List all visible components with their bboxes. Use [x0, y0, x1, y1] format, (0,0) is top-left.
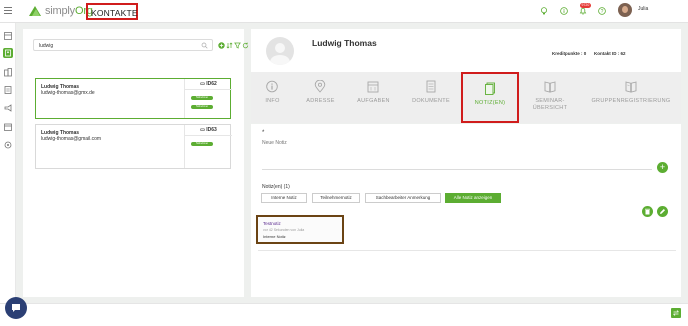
- tag-badge: Teilnehmer: [191, 96, 213, 100]
- add-note-button[interactable]: +: [657, 162, 668, 173]
- contact-card[interactable]: Ludwig Thomas ludwig-thomas@gmail.com ▭ …: [35, 124, 232, 169]
- tab-gruppenregistrierung[interactable]: GRUPPENREGISTRIERUNG: [586, 72, 676, 123]
- contact-id-value: Kontakt ID : 62: [594, 51, 626, 56]
- credits-label: Kreditpunkte : 0: [552, 51, 587, 56]
- sort-icon[interactable]: [226, 42, 233, 49]
- filter-icon[interactable]: [234, 42, 241, 49]
- tab-dokumente[interactable]: DOKUMENTE: [403, 72, 459, 123]
- logo[interactable]: simplyOrg: [27, 4, 93, 18]
- tab-label: DOKUMENTE: [412, 98, 450, 104]
- notes-panel: * + Notiz(en) (1) Interne Notiz Teilnehm…: [251, 124, 681, 297]
- calendar-icon[interactable]: [3, 122, 13, 132]
- info-circle-icon[interactable]: [560, 7, 568, 15]
- search-box: [33, 39, 213, 51]
- menu-toggle-icon[interactable]: [4, 7, 12, 14]
- group-book-icon: [625, 81, 637, 93]
- note-type: Interne Notiz: [263, 234, 286, 239]
- megaphone-icon[interactable]: [3, 103, 13, 113]
- tab-seminar-uebersicht[interactable]: SEMINAR- ÜBERSICHT: [523, 72, 577, 123]
- list-icon[interactable]: [3, 85, 13, 95]
- new-note-textarea[interactable]: [262, 140, 652, 170]
- contact-email: ludwig-thomas@gmx.de: [41, 90, 95, 96]
- tab-adresse[interactable]: ADRESSE: [298, 72, 343, 123]
- book-icon: [544, 81, 556, 93]
- tab-aufgaben[interactable]: AUFGABEN: [346, 72, 401, 123]
- filter-clerk-remark-button[interactable]: Sachbearbeiter Anmerkung: [365, 193, 441, 203]
- tab-label: SEMINAR- ÜBERSICHT: [532, 98, 568, 111]
- top-bar: simplyOrg KONTAKTE 9720 ? Julia: [0, 0, 688, 23]
- tab-label: NOTIZ(EN): [474, 100, 506, 106]
- contact-email: ludwig-thomas@gmail.com: [41, 136, 102, 142]
- divider: [258, 250, 676, 251]
- help-icon[interactable]: ?: [598, 7, 606, 15]
- info-icon: [266, 80, 278, 93]
- sidebar-rail: [0, 23, 16, 326]
- tab-label: ADRESSE: [306, 98, 335, 104]
- filter-internal-note-button[interactable]: Interne Notiz: [261, 193, 307, 203]
- tag-badge: Teilnehmer: [191, 142, 213, 146]
- dashboard-icon[interactable]: [3, 31, 13, 41]
- notes-count: Notiz(en) (1): [262, 184, 290, 190]
- tab-info[interactable]: INFO: [251, 72, 294, 123]
- contact-detail-header: Ludwig Thomas Kreditpunkte : 0 Kontakt I…: [251, 29, 681, 78]
- search-input[interactable]: [34, 41, 194, 50]
- contact-avatar: [266, 37, 294, 65]
- logo-mark-icon: [29, 6, 41, 16]
- module-title: KONTAKTE: [86, 3, 138, 20]
- id-card-icon: ▭: [200, 81, 205, 87]
- tab-label: INFO: [265, 98, 280, 104]
- buildings-icon[interactable]: [3, 67, 13, 77]
- show-all-notes-button[interactable]: Alle Notiz anzeigen: [445, 193, 501, 203]
- document-icon: [426, 80, 436, 93]
- location-icon: [314, 80, 326, 93]
- footer-bar: [0, 303, 688, 326]
- note-card[interactable]: Testnotiz vor 42 Sekunden von Julia Inte…: [256, 215, 344, 244]
- tab-label: GRUPPENREGISTRIERUNG: [591, 98, 671, 104]
- add-icon[interactable]: [218, 42, 225, 49]
- footer-action-button[interactable]: [671, 308, 681, 318]
- contact-card[interactable]: Ludwig Thomas ludwig-thomas@gmx.de ▭ ID6…: [35, 78, 232, 119]
- svg-text:?: ?: [601, 9, 604, 15]
- tab-notizen[interactable]: NOTIZ(EN): [461, 72, 519, 123]
- note-title[interactable]: Testnotiz: [263, 221, 281, 226]
- edit-note-button[interactable]: [657, 206, 668, 217]
- note-meta: vor 42 Sekunden von Julia: [263, 228, 305, 232]
- trash-icon: [645, 208, 650, 215]
- user-name[interactable]: Julia: [638, 6, 648, 12]
- refresh-icon[interactable]: [242, 42, 249, 49]
- notification-badge: 9720: [580, 3, 591, 8]
- bell-icon[interactable]: [579, 7, 587, 15]
- contact-detail-name: Ludwig Thomas: [312, 38, 377, 48]
- contact-side: ▭ ID62 Teilnehmer Teilnehmer: [184, 79, 232, 118]
- contact-id-label: ▭ ID63: [185, 127, 232, 136]
- chat-icon: [12, 304, 20, 312]
- tab-label: AUFGABEN: [357, 98, 390, 104]
- search-icon[interactable]: [201, 42, 208, 49]
- notes-icon: [485, 82, 495, 95]
- settings-icon[interactable]: [3, 140, 13, 150]
- contacts-icon[interactable]: [3, 48, 13, 58]
- chat-widget-button[interactable]: [5, 297, 27, 319]
- tag-badge: Teilnehmer: [191, 105, 213, 109]
- lightbulb-icon[interactable]: [540, 7, 548, 15]
- contact-id-label: ▭ ID62: [185, 81, 232, 90]
- contact-side: ▭ ID63 Teilnehmer: [184, 125, 232, 168]
- swap-icon: [673, 310, 679, 316]
- contact-list-panel: Ludwig Thomas ludwig-thomas@gmx.de ▭ ID6…: [23, 29, 249, 297]
- pencil-icon: [660, 209, 665, 214]
- detail-tabs: INFO ADRESSE AUFGABEN DOKUMENTE NOTIZ(EN…: [251, 72, 681, 123]
- delete-note-button[interactable]: [642, 206, 653, 217]
- calendar-icon: [367, 81, 379, 93]
- user-avatar[interactable]: [618, 3, 632, 17]
- required-marker: *: [262, 130, 265, 136]
- id-card-icon: ▭: [200, 127, 205, 133]
- filter-participant-note-button[interactable]: Teilnehmernotiz: [312, 193, 360, 203]
